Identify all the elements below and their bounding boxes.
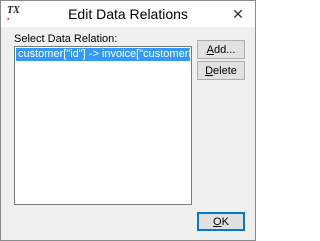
edit-data-relations-dialog: TX ▪ Edit Data Relations ✕ Select Data Re…: [0, 0, 256, 241]
title-bar: TX ▪ Edit Data Relations ✕: [1, 1, 255, 27]
delete-button[interactable]: Delete: [197, 61, 245, 80]
add-button-label: dd...: [213, 44, 236, 56]
ok-button[interactable]: OK: [197, 212, 245, 231]
close-icon[interactable]: ✕: [229, 5, 247, 23]
delete-button-accel: D: [205, 65, 214, 77]
add-button-accel: A: [206, 44, 214, 56]
list-item[interactable]: customer["id"] -> invoice["customerID"]: [16, 48, 190, 61]
add-button[interactable]: Add...: [197, 40, 245, 59]
data-relation-listbox[interactable]: customer["id"] -> invoice["customerID"]: [14, 46, 192, 205]
delete-button-label: elete: [213, 65, 237, 77]
ok-button-label: K: [221, 216, 229, 228]
window-title: Edit Data Relations: [68, 6, 188, 22]
ok-button-accel: O: [213, 216, 222, 228]
list-label: Select Data Relation:: [14, 33, 118, 45]
